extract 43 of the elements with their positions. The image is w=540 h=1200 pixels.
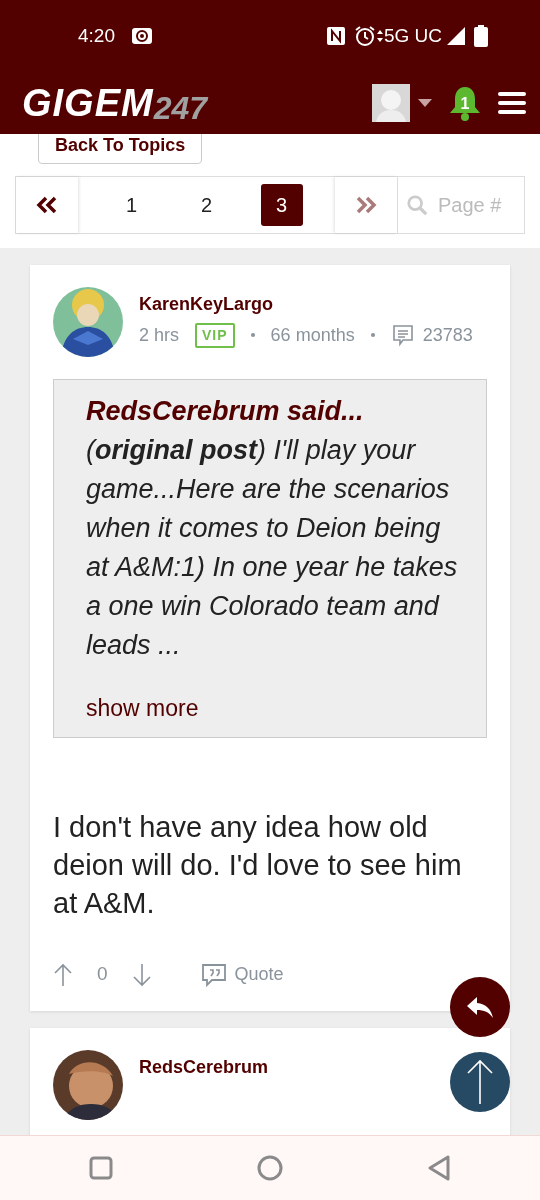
arrow-up-icon (465, 1059, 495, 1105)
separator-dot (250, 333, 255, 338)
double-chevron-right-icon (355, 195, 377, 214)
data-arrows-icon (375, 29, 384, 43)
page-number-button[interactable]: 3 (260, 183, 303, 226)
site-logo[interactable]: GIGEM247 (22, 74, 208, 132)
notification-count: 1 (459, 94, 471, 114)
status-time: 4:20 (78, 23, 115, 48)
vote-count: 0 (97, 962, 108, 987)
signal-icon (446, 26, 466, 46)
nfc-icon (325, 26, 346, 46)
separator-dot (370, 333, 375, 338)
vip-badge: VIP (195, 322, 235, 348)
quote-text: (original post) I'll play your game...Here are the scenarios when it comes to Deion being at A&M:1) In one year he takes a one win Colorado team and leads ... (86, 433, 459, 662)
author-link[interactable]: RedsCerebrum (139, 1054, 269, 1082)
post-count: 23783 (422, 323, 473, 347)
double-chevron-left-icon (36, 195, 58, 214)
quote-author: RedsCerebrum said... (86, 394, 365, 428)
back-icon[interactable] (427, 1155, 451, 1181)
menu-icon[interactable] (498, 91, 526, 115)
downvote-icon[interactable] (131, 962, 152, 987)
last-page-button[interactable] (335, 176, 397, 233)
reply-icon (465, 995, 495, 1019)
author-link[interactable]: KarenKeyLargo (139, 290, 473, 318)
show-more-link[interactable]: show more (86, 690, 199, 726)
recent-apps-icon[interactable] (89, 1156, 113, 1180)
comment-icon (390, 323, 415, 348)
back-to-topics-button[interactable]: Back To Topics (38, 134, 203, 164)
battery-icon (474, 25, 488, 47)
member-tenure: 66 months (270, 323, 355, 347)
network-label: 5G UC (383, 23, 442, 48)
caret-icon[interactable] (418, 99, 432, 107)
alarm-icon (353, 25, 376, 47)
post-body: I don't have any idea how old deion will do. I'd love to see him at A&M. (53, 810, 463, 922)
screen-record-icon (131, 26, 153, 46)
quote-icon (200, 962, 227, 987)
page-number-button[interactable]: 2 (185, 183, 228, 226)
home-icon[interactable] (257, 1155, 283, 1181)
search-icon (406, 192, 428, 217)
upvote-icon[interactable] (53, 962, 73, 987)
first-page-button[interactable] (16, 176, 78, 233)
post-time: 2 hrs (139, 323, 180, 347)
page-number-button[interactable]: 1 (110, 183, 153, 226)
